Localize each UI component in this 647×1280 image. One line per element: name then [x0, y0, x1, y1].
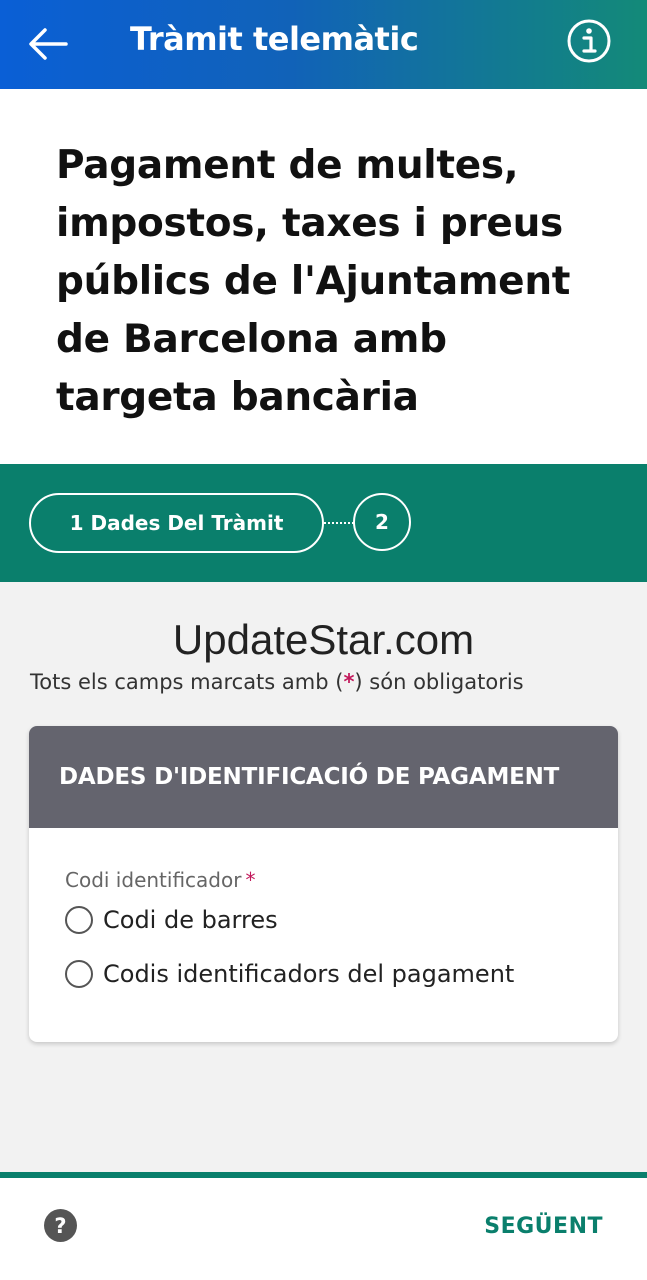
step-1-data[interactable]: 1 Dades Del Tràmit	[29, 493, 324, 553]
info-icon	[567, 19, 611, 63]
arrow-left-icon	[29, 28, 68, 60]
back-button[interactable]	[20, 18, 76, 70]
next-button[interactable]: SEGÜENT	[484, 1214, 603, 1239]
radio-circle-icon[interactable]	[65, 906, 93, 934]
help-icon: ?	[54, 1213, 67, 1238]
radio-barcode[interactable]: Codi de barres	[65, 906, 278, 934]
field-label-text: Codi identificador	[65, 868, 242, 892]
watermark-text: UpdateStar.com	[172, 616, 475, 663]
identifier-code-label: Codi identificador *	[65, 868, 255, 892]
required-star: *	[245, 868, 256, 892]
radio-payment-codes[interactable]: Codis identificadors del pagament	[65, 960, 514, 988]
page-title: Pagament de multes, impostos, taxes i pr…	[56, 143, 571, 420]
title-section: Pagament de multes, impostos, taxes i pr…	[0, 89, 647, 464]
app-screen: Tràmit telemàtic Pagament de multes, imp…	[0, 0, 647, 1280]
payment-identification-card: DADES D'IDENTIFICACIÓ DE PAGAMENT Codi i…	[29, 726, 618, 1042]
top-app-bar: Tràmit telemàtic	[0, 0, 647, 89]
required-fields-note: Tots els camps marcats amb (*) són oblig…	[30, 670, 524, 694]
radio-payment-codes-label: Codis identificadors del pagament	[103, 960, 515, 988]
bottom-action-bar: ? SEGÜENT	[0, 1178, 647, 1280]
stepper: 1 Dades Del Tràmit 2	[0, 464, 647, 582]
card-header: DADES D'IDENTIFICACIÓ DE PAGAMENT	[29, 726, 618, 828]
required-note-after: ) són obligatoris	[354, 670, 524, 694]
radio-circle-icon[interactable]	[65, 960, 93, 988]
step-connector	[324, 522, 354, 524]
required-note-before: Tots els camps marcats amb (	[30, 670, 344, 694]
app-bar-title: Tràmit telemàtic	[130, 20, 419, 58]
step-2[interactable]: 2	[353, 493, 411, 551]
radio-barcode-label: Codi de barres	[103, 906, 278, 934]
required-note-star: *	[343, 670, 355, 694]
info-button[interactable]	[565, 17, 613, 65]
help-button[interactable]: ?	[44, 1209, 77, 1242]
